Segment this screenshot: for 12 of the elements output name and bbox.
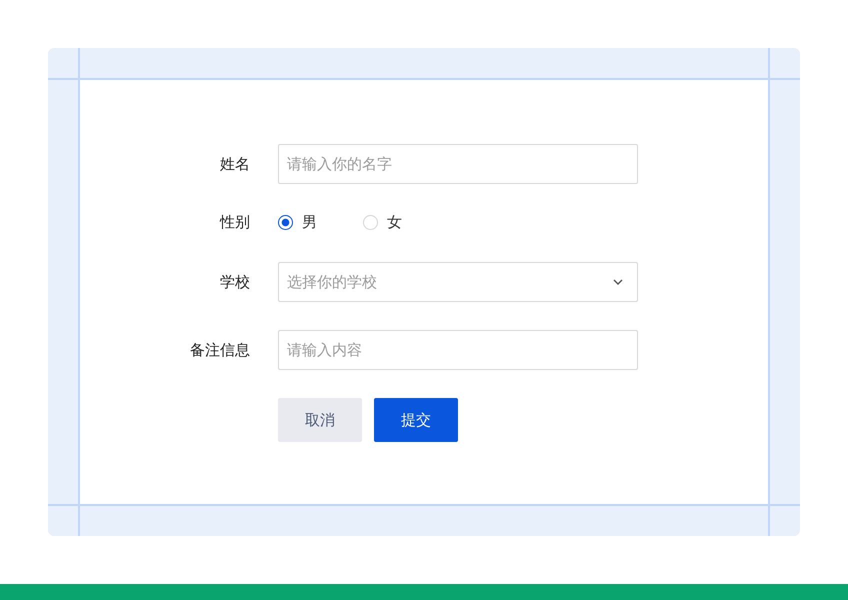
submit-button[interactable]: 提交: [374, 398, 458, 442]
input-field[interactable]: 请输入内容: [278, 330, 638, 370]
field-label: 性别: [218, 212, 250, 232]
radio-button[interactable]: [278, 214, 293, 230]
radio-label[interactable]: 男: [302, 212, 317, 232]
cancel-button[interactable]: 取消: [278, 398, 362, 442]
chevron-down-icon: [613, 279, 623, 285]
field-label: 学校: [219, 272, 250, 292]
radio-label[interactable]: 女: [387, 212, 402, 232]
field-label: 姓名: [219, 154, 250, 174]
input-field[interactable]: 请输入你的名字: [278, 144, 638, 184]
field-label: 备注信息: [189, 340, 250, 360]
